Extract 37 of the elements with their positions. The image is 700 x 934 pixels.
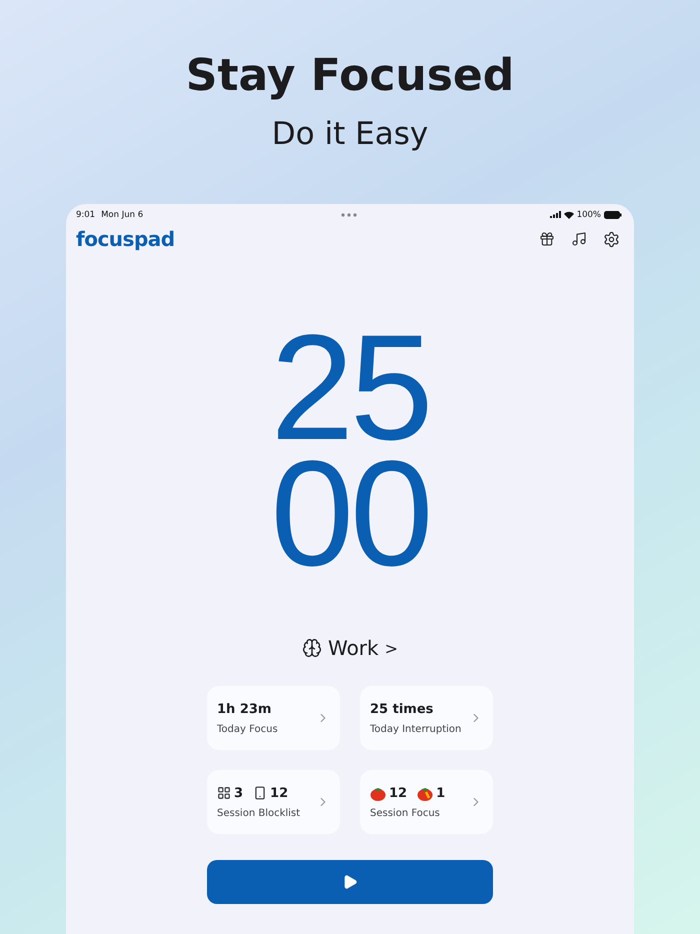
stat-card[interactable]: 1h 23m Today Focus: [207, 686, 340, 750]
stat-label: Today Interruption: [370, 724, 462, 734]
brain-icon: [302, 638, 322, 658]
grid-icon: [217, 786, 231, 800]
stat-card[interactable]: 3 12 Session Blocklist: [207, 770, 340, 834]
headline: Stay Focused: [186, 49, 514, 103]
stat-count: 12: [270, 786, 288, 800]
status-time: 9:01: [76, 210, 96, 220]
mode-selector[interactable]: Work >: [302, 636, 398, 660]
status-date: Mon Jun 6: [101, 210, 144, 220]
stat-value: 25 times: [370, 702, 434, 716]
more-dots-icon[interactable]: [341, 212, 357, 216]
phone-icon: [253, 786, 268, 800]
broken-tomato-icon: [417, 786, 434, 800]
subheadline: Do it Easy: [272, 115, 428, 154]
timer-minutes: 25: [270, 324, 430, 450]
stat-label: Session Focus: [370, 808, 441, 818]
stat-count: 3: [234, 786, 244, 800]
stat-label: Today Focus: [217, 724, 279, 734]
stat-label: Session Blocklist: [217, 808, 302, 818]
tomato-icon: [370, 786, 386, 800]
wifi-icon: [564, 210, 574, 218]
start-button[interactable]: [207, 860, 493, 904]
settings-icon[interactable]: [603, 230, 620, 248]
stat-count: 12: [389, 786, 408, 800]
signal-icon: [550, 211, 561, 218]
battery-icon: [604, 210, 622, 218]
stat-count: 1: [436, 786, 446, 800]
stat-card[interactable]: 25 times Today Interruption: [360, 686, 493, 750]
app-logo: focuspad: [76, 227, 176, 251]
stat-card[interactable]: 12 1 Session Focus: [360, 770, 493, 834]
play-icon: [342, 874, 358, 890]
music-note-icon[interactable]: [571, 231, 587, 247]
battery-percent: 100%: [576, 210, 601, 220]
timer-seconds: 00: [270, 450, 430, 576]
stat-value: 1h 23m: [217, 702, 272, 716]
gift-icon[interactable]: [539, 231, 555, 247]
